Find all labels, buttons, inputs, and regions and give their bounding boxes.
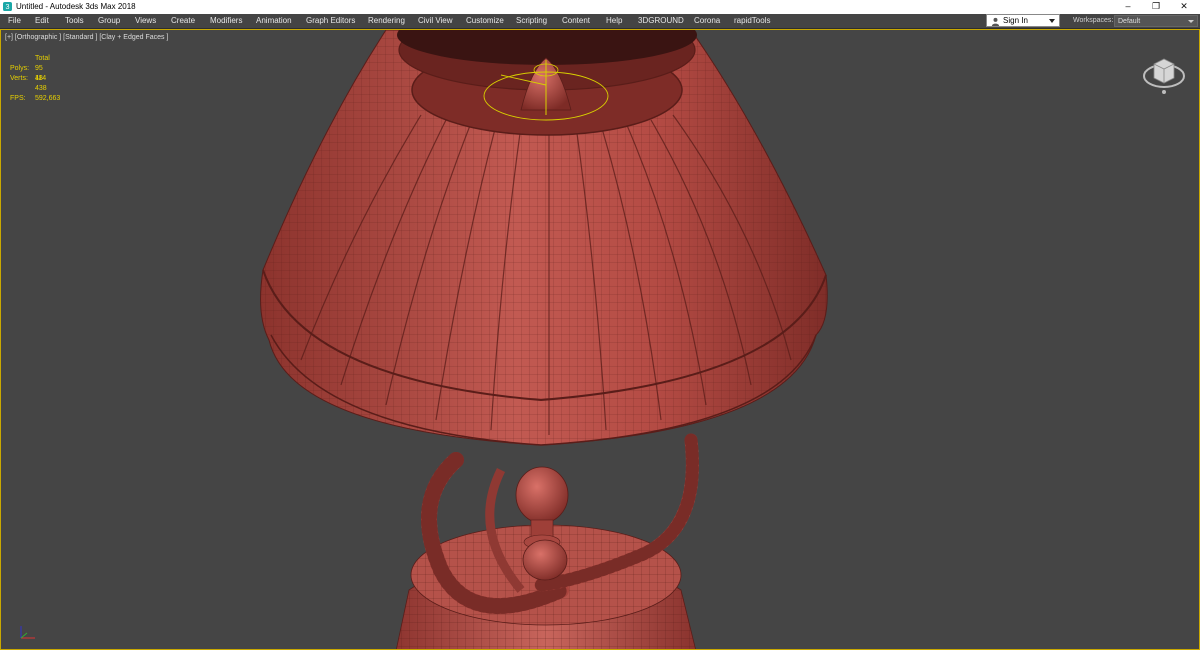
menu-scripting[interactable]: Scripting — [516, 15, 547, 27]
lamp-model[interactable] — [1, 30, 1200, 650]
workspaces-label: Workspaces: — [1073, 17, 1114, 24]
verts-value: 48 438 — [35, 75, 47, 92]
menu-modifiers[interactable]: Modifiers — [210, 15, 242, 27]
menu-rapidtools[interactable]: rapidTools — [734, 15, 770, 27]
menu-corona[interactable]: Corona — [694, 15, 720, 27]
menu-create[interactable]: Create — [171, 15, 195, 27]
stats-header: Total — [35, 55, 50, 62]
menu-views[interactable]: Views — [135, 15, 156, 27]
menu-rendering[interactable]: Rendering — [368, 15, 405, 27]
menu-help[interactable]: Help — [606, 15, 622, 27]
perspective-viewport[interactable]: [+] [Orthographic ] [Standard ] [Clay + … — [0, 29, 1200, 650]
workspaces-value: Default — [1118, 18, 1141, 25]
sign-in-dropdown[interactable]: Sign In — [986, 14, 1060, 27]
menu-animation[interactable]: Animation — [256, 15, 292, 27]
svg-text:3: 3 — [6, 2, 10, 11]
menu-3dground[interactable]: 3DGROUND — [638, 15, 684, 27]
menu-civil-view[interactable]: Civil View — [418, 15, 453, 27]
menu-content[interactable]: Content — [562, 15, 590, 27]
fps-label: FPS: — [10, 95, 26, 102]
title-bar: 3 Untitled - Autodesk 3ds Max 2018 – ❐ ✕ — [0, 0, 1200, 14]
viewcube-icon[interactable] — [1141, 50, 1187, 96]
chevron-down-icon — [1049, 19, 1055, 23]
verts-label: Verts: — [10, 75, 28, 82]
menu-group[interactable]: Group — [98, 15, 120, 27]
minimize-button[interactable]: – — [1114, 0, 1142, 14]
restore-button[interactable]: ❐ — [1142, 0, 1170, 14]
3dsmax-app-icon: 3 — [3, 2, 12, 11]
window-title: Untitled - Autodesk 3ds Max 2018 — [16, 2, 136, 11]
polys-label: Polys: — [10, 65, 30, 72]
viewport-label[interactable]: [+] [Orthographic ] [Standard ] [Clay + … — [5, 33, 168, 43]
axis-tripod-icon — [20, 626, 35, 639]
sign-in-label: Sign In — [1003, 16, 1028, 25]
workspaces-select[interactable]: Default — [1114, 15, 1198, 27]
menu-edit[interactable]: Edit — [35, 15, 49, 27]
fps-value: 592,663 — [35, 95, 61, 102]
close-button[interactable]: ✕ — [1170, 0, 1198, 14]
menu-graph-editors[interactable]: Graph Editors — [306, 15, 355, 27]
menu-file[interactable]: File — [8, 15, 21, 27]
menu-customize[interactable]: Customize — [466, 15, 504, 27]
menu-tools[interactable]: Tools — [65, 15, 84, 27]
chevron-down-icon — [1188, 20, 1194, 23]
user-icon — [991, 17, 1000, 26]
